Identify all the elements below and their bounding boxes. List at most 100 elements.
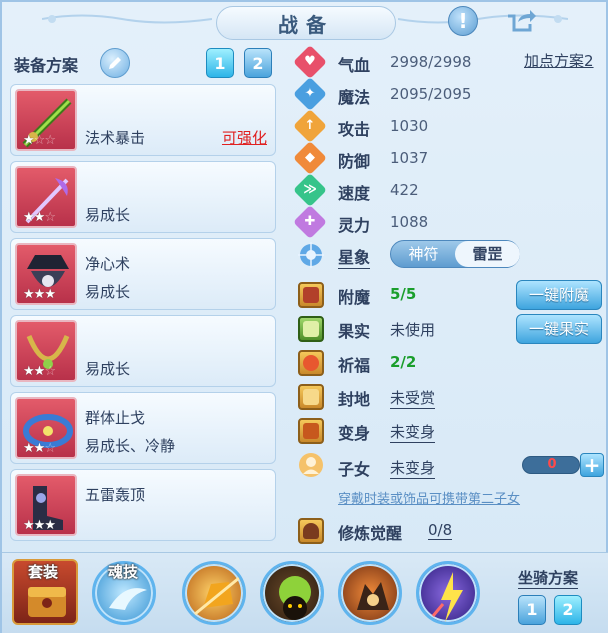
cultivation-label: 修炼觉醒: [338, 524, 403, 543]
stat-label: 灵力: [338, 216, 371, 235]
star-rating: ★★★: [23, 287, 56, 302]
blessing-icon: [298, 350, 324, 376]
child-count-bar: 0: [522, 456, 580, 474]
pencil-icon: [109, 57, 121, 69]
equipment-trait: 易成长: [85, 283, 131, 301]
equipment-slot[interactable]: ★★★ 五雷轰顶: [10, 469, 276, 541]
stat-value: 1088: [390, 213, 429, 231]
one-click-enchant-button[interactable]: 一键附魔: [516, 280, 602, 310]
stat-label: 攻击: [338, 120, 371, 139]
fist-skill-icon: [194, 576, 240, 616]
stat-icon: ✚: [293, 205, 327, 239]
green-sword-icon[interactable]: ★☆☆: [15, 89, 77, 151]
title-ornament-left: [42, 14, 212, 24]
upgradable-link[interactable]: 可强化: [222, 127, 267, 148]
stat-label: 速度: [338, 184, 371, 203]
cultivation-icon: [298, 518, 324, 544]
edit-plan-button[interactable]: [100, 48, 130, 78]
gold-necklace-icon[interactable]: ★★☆: [15, 320, 77, 382]
transform-label: 变身: [338, 424, 371, 443]
star-rating: ★★☆: [23, 441, 56, 456]
equipment-panel: 装备方案 1 2 ★☆☆ 法术暴击 可强化 ★★☆ 易成长 ★★★ 净心术 易成长 ★★☆ 易成长…: [8, 44, 282, 549]
equipment-trait: 易成长: [85, 360, 131, 378]
equipment-slot[interactable]: ★★☆ 易成长: [10, 161, 276, 233]
stat-icon: ≫: [293, 173, 327, 207]
star-rating: ★★★: [23, 518, 56, 533]
equipment-trait: 法术暴击: [85, 129, 146, 147]
equipment-skill: 群体止戈: [85, 409, 146, 427]
star-rating: ★☆☆: [23, 133, 56, 148]
stat-value: 2095/2095: [390, 85, 472, 103]
suit-label: 套装: [28, 563, 59, 581]
child-icon: [299, 453, 323, 477]
stat-label: 气血: [338, 56, 371, 75]
title-ornament-right: [398, 14, 568, 24]
equipment-skill: 净心术: [85, 255, 131, 273]
skill-slot-1[interactable]: [182, 561, 246, 625]
land-label: 封地: [338, 390, 371, 409]
stat-label: 防御: [338, 152, 371, 171]
transform-value[interactable]: 未变身: [390, 421, 436, 443]
mount-plan-2-button[interactable]: 2: [554, 595, 582, 625]
stats-panel: ♥ 气血 2998/2998 ✦ 魔法 2095/2095 ↑ 攻击 1030 ◆ 防御 1037 ≫ 速…: [290, 44, 606, 549]
slime-skill-icon: [279, 576, 311, 620]
child-count: 0: [547, 457, 557, 472]
enchant-icon: [298, 282, 324, 308]
equipment-plan-2-button[interactable]: 2: [244, 48, 272, 78]
dark-boots-icon[interactable]: ★★★: [15, 474, 77, 536]
stat-value: 2998/2998: [390, 53, 472, 71]
equipment-plan-title: 装备方案: [14, 56, 79, 75]
one-click-fruit-button[interactable]: 一键果实: [516, 314, 602, 344]
skill-slot-4[interactable]: [416, 561, 480, 625]
enchant-value: 5/5: [390, 285, 417, 303]
hat-armor-icon[interactable]: ★★★: [15, 243, 77, 305]
cultivation-value[interactable]: 0/8: [428, 521, 453, 540]
share-icon[interactable]: [506, 6, 536, 36]
star-rating: ★★☆: [23, 364, 56, 379]
compass-icon: [298, 242, 324, 268]
star-rating: ★★☆: [23, 210, 56, 225]
star-sign-option-leigang[interactable]: 雷罡: [455, 241, 520, 267]
enchant-label: 附魔: [338, 288, 371, 307]
soul-skill-label: 魂技: [108, 563, 139, 581]
fruit-icon: [298, 316, 324, 342]
stat-icon: ✦: [293, 77, 327, 111]
star-sign-row: 星象 神符 雷罡: [290, 240, 606, 269]
equipment-slot[interactable]: ★★☆ 易成长: [10, 315, 276, 387]
blessing-value: 2/2: [390, 353, 417, 371]
stat-value: 422: [390, 181, 419, 199]
mount-plan-label: 坐骑方案: [518, 569, 579, 589]
purple-staff-icon[interactable]: ★★☆: [15, 166, 77, 228]
add-child-button[interactable]: +: [580, 453, 604, 477]
stat-row: ✦ 魔法 2095/2095: [290, 77, 606, 111]
stat-icon: ↑: [293, 109, 327, 143]
help-icon[interactable]: !: [448, 6, 478, 36]
equipment-slot[interactable]: ★★☆ 群体止戈 易成长、冷静: [10, 392, 276, 464]
skill-slot-2[interactable]: [260, 561, 324, 625]
stat-value: 1037: [390, 149, 429, 167]
skill-slot-3[interactable]: [338, 561, 402, 625]
stat-row: ◆ 防御 1037: [290, 141, 606, 175]
page-title: 战备: [216, 6, 396, 40]
beast-skill-icon: [357, 582, 389, 610]
stat-icon: ◆: [293, 141, 327, 175]
equipment-plan-1-button[interactable]: 1: [206, 48, 234, 78]
battle-prep-panel: 战备 ! 装备方案 1 2 ★☆☆ 法术暴击 可强化 ★★☆ 易成长 ★★★ 净心术 易成长 ★…: [0, 0, 608, 633]
land-value[interactable]: 未受赏: [390, 387, 436, 409]
star-sign-option-shenfu[interactable]: 神符: [391, 241, 456, 267]
red-belt-icon[interactable]: ★★☆: [15, 397, 77, 459]
star-sign-label: 星象: [338, 244, 371, 269]
equipment-skill: 五雷轰顶: [85, 486, 146, 504]
child-value[interactable]: 未变身: [390, 457, 436, 479]
star-sign-toggle[interactable]: 神符 雷罡: [390, 240, 520, 268]
stat-value: 1030: [390, 117, 429, 135]
equipment-slot[interactable]: ★★★ 净心术易成长: [10, 238, 276, 310]
transform-icon: [298, 418, 324, 444]
point-plan-link[interactable]: 加点方案2: [524, 50, 594, 71]
mount-plan-1-button[interactable]: 1: [518, 595, 546, 625]
stat-row: ✚ 灵力 1088: [290, 205, 606, 239]
equipment-slot[interactable]: ★☆☆ 法术暴击 可强化: [10, 84, 276, 156]
fruit-value: 未使用: [390, 321, 436, 339]
second-child-hint[interactable]: 穿戴时装或饰品可携带第二子女: [338, 488, 520, 507]
stat-row: ≫ 速度 422: [290, 173, 606, 207]
